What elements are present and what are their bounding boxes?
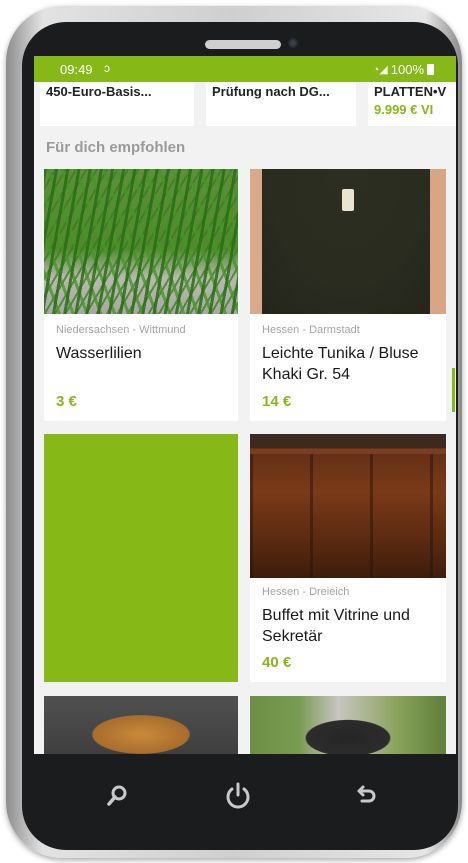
notification-icon: ↄ — [104, 61, 110, 75]
ad-banner[interactable] — [44, 434, 238, 682]
search-icon — [107, 785, 127, 806]
status-time: 09:49 — [60, 62, 93, 77]
listing-image — [250, 696, 446, 754]
front-camera — [288, 38, 298, 48]
battery-percent: 100% — [390, 62, 424, 77]
listing-title: Leichte Tunika / Bluse Khaki Gr. 54 — [262, 345, 419, 383]
listing-image — [44, 169, 238, 314]
listing-image — [250, 434, 446, 578]
top-card-price: 9.999 € VI — [374, 102, 434, 117]
listing-image — [44, 696, 238, 754]
top-card[interactable]: 450-Euro-Basis... — [40, 82, 194, 126]
section-title: Für dich empfohlen — [46, 139, 186, 156]
power-icon — [226, 782, 250, 809]
listing-card[interactable]: Hessen - Darmstadt Leichte Tunika / Blus… — [250, 169, 446, 421]
search-button[interactable] — [98, 782, 138, 815]
listing-price: 40 € — [262, 654, 292, 671]
top-card-title: Prüfung nach DG... — [212, 84, 330, 99]
top-card[interactable]: PLATTEN•V 9.999 € VI — [368, 82, 456, 126]
status-bar: 09:49 ↄ ◔◢ 100% — [34, 56, 456, 82]
listing-title: Buffet mit Vitrine und Sekretär — [262, 607, 410, 645]
speaker-grille — [205, 40, 281, 49]
top-card[interactable]: Prüfung nach DG... — [206, 82, 356, 126]
listing-location: Niedersachsen - Wittmund — [56, 324, 186, 336]
price-tag — [342, 189, 354, 211]
listing-image — [250, 169, 446, 314]
listing-card[interactable] — [44, 696, 238, 754]
listing-card[interactable]: Niedersachsen - Wittmund Wasserlilien 3 … — [44, 169, 238, 421]
wifi-signal-icon: ◔◢ — [372, 64, 388, 76]
top-carousel: 450-Euro-Basis... Prüfung nach DG... PLA… — [34, 82, 456, 126]
battery-icon — [427, 64, 434, 75]
listing-location: Hessen - Dreieich — [262, 586, 350, 598]
back-icon — [357, 785, 376, 803]
listing-card[interactable]: Hessen - Dreieich Buffet mit Vitrine und… — [250, 434, 446, 682]
status-indicators: ◔◢ 100% — [373, 62, 434, 77]
top-card-title: PLATTEN•V — [374, 84, 447, 99]
listing-location: Hessen - Darmstadt — [262, 324, 360, 336]
scroll-indicator[interactable] — [452, 368, 455, 412]
power-button[interactable] — [218, 780, 258, 817]
listing-price: 3 € — [56, 393, 77, 410]
back-button[interactable] — [346, 782, 386, 815]
listing-price: 14 € — [262, 393, 292, 410]
app-screen: 09:49 ↄ ◔◢ 100% 450-Euro-Basis... Prüfun… — [34, 56, 456, 754]
listing-title: Wasserlilien — [56, 345, 142, 362]
listing-card[interactable] — [250, 696, 446, 754]
top-card-title: 450-Euro-Basis... — [46, 84, 152, 99]
